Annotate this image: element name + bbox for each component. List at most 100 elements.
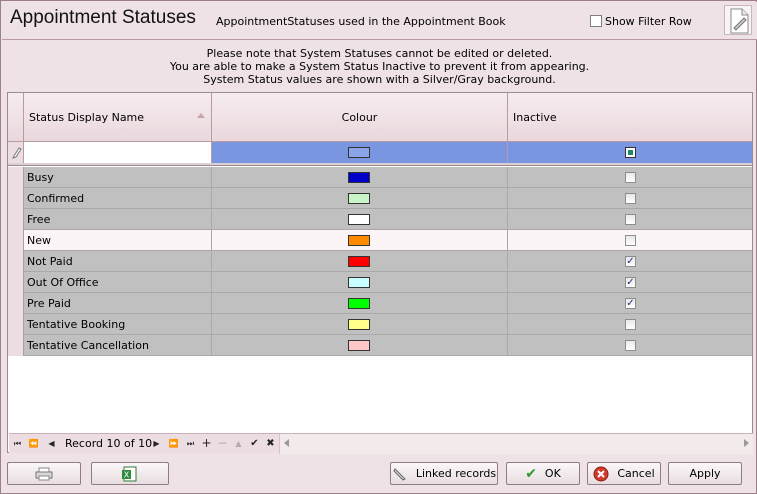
colour-cell[interactable] bbox=[212, 293, 508, 314]
linked-records-button[interactable]: Linked records bbox=[390, 462, 498, 485]
status-name-cell[interactable]: Pre Paid bbox=[24, 293, 212, 314]
row-indicator[interactable] bbox=[8, 293, 24, 314]
row-indicator[interactable] bbox=[8, 188, 24, 209]
ok-button[interactable]: ✔ OK bbox=[506, 462, 580, 485]
inactive-cell[interactable] bbox=[508, 188, 752, 209]
status-name-cell[interactable]: Not Paid bbox=[24, 251, 212, 272]
document-button[interactable] bbox=[724, 5, 752, 35]
table-row[interactable]: Pre Paid ✓ bbox=[8, 293, 752, 314]
inactive-cell[interactable] bbox=[508, 167, 752, 188]
column-header-label: Inactive bbox=[513, 111, 557, 124]
previous-page-button[interactable]: ⏪ bbox=[28, 437, 39, 450]
cancel-edit-button[interactable]: ✖ bbox=[265, 437, 276, 450]
status-name-cell[interactable]: Tentative Booking bbox=[24, 314, 212, 335]
inactive-checkbox[interactable] bbox=[625, 214, 636, 225]
colour-cell[interactable] bbox=[212, 188, 508, 209]
row-indicator[interactable] bbox=[8, 272, 24, 293]
notice-line-2: You are able to make a System Status Ina… bbox=[169, 60, 590, 73]
first-page-button[interactable]: ⏮ bbox=[12, 437, 23, 450]
inactive-cell[interactable]: ✓ bbox=[508, 272, 752, 293]
inactive-checkbox[interactable] bbox=[625, 340, 636, 351]
next-record-button[interactable]: ▶ bbox=[151, 437, 162, 450]
status-name-cell[interactable]: Busy bbox=[24, 167, 212, 188]
table-row[interactable]: Free bbox=[8, 209, 752, 230]
filter-inactive-checkbox[interactable] bbox=[625, 147, 636, 158]
inactive-checkbox[interactable] bbox=[625, 319, 636, 330]
excel-icon: X bbox=[122, 466, 137, 481]
last-page-button[interactable]: ⏭ bbox=[185, 437, 196, 450]
inactive-cell[interactable] bbox=[508, 209, 752, 230]
column-header-colour[interactable]: Colour bbox=[212, 93, 508, 141]
inactive-cell[interactable] bbox=[508, 335, 752, 356]
statuses-grid: Status Display Name Colour Inactive Busy… bbox=[7, 92, 753, 454]
table-row[interactable]: Out Of Office ✓ bbox=[8, 272, 752, 293]
colour-cell[interactable] bbox=[212, 209, 508, 230]
colour-cell[interactable] bbox=[212, 230, 508, 251]
status-name-cell[interactable]: New bbox=[24, 230, 212, 251]
colour-cell[interactable] bbox=[212, 251, 508, 272]
row-indicator[interactable] bbox=[8, 167, 24, 188]
inactive-checkbox[interactable] bbox=[625, 193, 636, 204]
status-name-cell[interactable]: Out Of Office bbox=[24, 272, 212, 293]
colour-cell[interactable] bbox=[212, 335, 508, 356]
cancel-button[interactable]: Cancel bbox=[587, 462, 661, 485]
table-row[interactable]: New bbox=[8, 230, 752, 251]
table-row[interactable]: Busy bbox=[8, 167, 752, 188]
insert-record-button[interactable]: + bbox=[201, 437, 212, 450]
row-indicator[interactable] bbox=[8, 335, 24, 356]
export-excel-button[interactable]: X bbox=[91, 462, 169, 485]
print-button[interactable] bbox=[7, 462, 81, 485]
checkmark-icon: ✔ bbox=[525, 465, 537, 482]
inactive-checkbox[interactable] bbox=[625, 235, 636, 246]
filter-colour-cell[interactable] bbox=[212, 142, 508, 163]
colour-swatch bbox=[348, 172, 370, 183]
record-position: Record 10 of 10 bbox=[65, 437, 153, 450]
inactive-checkbox-checked[interactable]: ✓ bbox=[625, 256, 636, 267]
status-name: Busy bbox=[27, 171, 54, 184]
colour-cell[interactable] bbox=[212, 167, 508, 188]
column-header-status-display-name[interactable]: Status Display Name bbox=[24, 93, 212, 141]
row-indicator[interactable] bbox=[8, 251, 24, 272]
inactive-checkbox[interactable] bbox=[625, 172, 636, 183]
filter-row-indicator bbox=[8, 142, 24, 163]
row-indicator[interactable] bbox=[8, 230, 24, 251]
filter-name-input[interactable] bbox=[24, 142, 212, 163]
column-header-inactive[interactable]: Inactive bbox=[508, 93, 752, 141]
cancel-icon bbox=[593, 466, 609, 481]
cancel-label: Cancel bbox=[617, 467, 655, 480]
horizontal-scrollbar[interactable] bbox=[279, 434, 753, 454]
filter-inactive-cell[interactable] bbox=[508, 142, 752, 163]
status-name: Out Of Office bbox=[27, 276, 99, 289]
show-filter-row-checkbox[interactable] bbox=[590, 15, 602, 27]
table-row[interactable]: Not Paid ✓ bbox=[8, 251, 752, 272]
inactive-checkbox-checked[interactable]: ✓ bbox=[625, 298, 636, 309]
table-row[interactable]: Tentative Cancellation bbox=[8, 335, 752, 356]
delete-record-button[interactable]: − bbox=[217, 437, 228, 450]
inactive-checkbox-checked[interactable]: ✓ bbox=[625, 277, 636, 288]
next-page-button[interactable]: ⏩ bbox=[168, 437, 179, 450]
show-filter-row-label[interactable]: Show Filter Row bbox=[605, 15, 692, 28]
table-row[interactable]: Tentative Booking bbox=[8, 314, 752, 335]
status-name-cell[interactable]: Confirmed bbox=[24, 188, 212, 209]
scroll-right-icon[interactable] bbox=[744, 439, 749, 447]
scroll-left-icon[interactable] bbox=[284, 439, 289, 447]
status-name-cell[interactable]: Free bbox=[24, 209, 212, 230]
inactive-cell[interactable]: ✓ bbox=[508, 251, 752, 272]
colour-cell[interactable] bbox=[212, 272, 508, 293]
pencil-icon bbox=[12, 147, 22, 159]
colour-swatch bbox=[348, 340, 370, 351]
inactive-cell[interactable] bbox=[508, 314, 752, 335]
table-row[interactable]: Confirmed bbox=[8, 188, 752, 209]
apply-button[interactable]: Apply bbox=[668, 462, 742, 485]
row-indicator[interactable] bbox=[8, 314, 24, 335]
inactive-cell[interactable] bbox=[508, 230, 752, 251]
edit-record-button[interactable]: ▲ bbox=[233, 437, 244, 450]
colour-cell[interactable] bbox=[212, 314, 508, 335]
previous-record-button[interactable]: ◀ bbox=[46, 437, 57, 450]
inactive-cell[interactable]: ✓ bbox=[508, 293, 752, 314]
row-indicator[interactable] bbox=[8, 209, 24, 230]
status-name: Not Paid bbox=[27, 255, 73, 268]
post-edit-button[interactable]: ✔ bbox=[249, 437, 260, 450]
status-name-cell[interactable]: Tentative Cancellation bbox=[24, 335, 212, 356]
linked-records-label: Linked records bbox=[415, 467, 497, 480]
